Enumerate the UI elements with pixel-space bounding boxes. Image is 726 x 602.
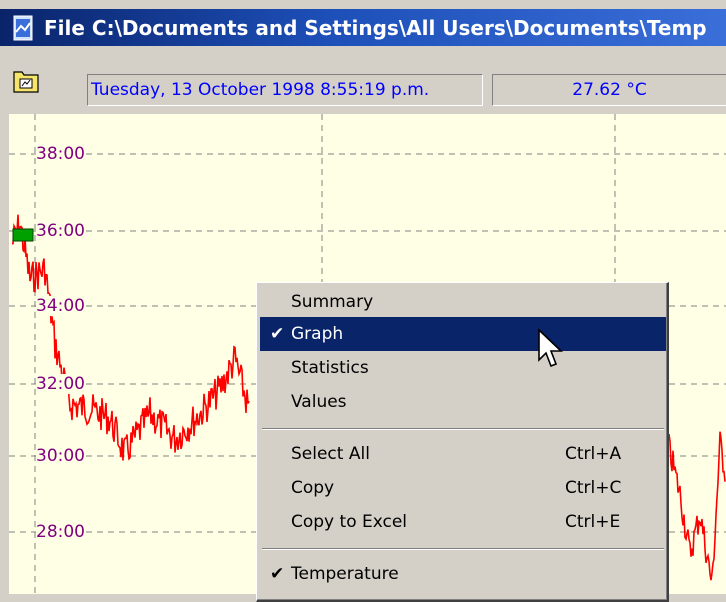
y-tick-label: 32:00 <box>36 374 85 394</box>
menu-separator <box>262 548 664 550</box>
menu-item-label: Temperature <box>291 564 399 584</box>
checkmark-icon: ✔ <box>270 564 285 584</box>
menu-item-shortcut: Ctrl+E <box>565 512 621 532</box>
app-document-icon[interactable] <box>12 14 36 42</box>
title-bar: File C:\Documents and Settings\All Users… <box>0 0 726 46</box>
temperature-field: 27.62 °C <box>492 74 726 106</box>
menu-item-summary[interactable]: Summary <box>260 285 666 319</box>
menu-item-label: Graph <box>291 324 344 344</box>
datetime-field: Tuesday, 13 October 1998 8:55:19 p.m. <box>87 74 483 106</box>
menu-item-statistics[interactable]: Statistics <box>260 351 666 385</box>
menu-item-copy-to-excel[interactable]: Copy to Excel Ctrl+E <box>260 505 666 539</box>
menu-item-label: Summary <box>291 292 374 312</box>
menu-item-label: Statistics <box>291 358 369 378</box>
checkmark-icon: ✔ <box>270 324 285 344</box>
menu-item-shortcut: Ctrl+A <box>565 444 622 464</box>
menu-item-shortcut: Ctrl+C <box>565 478 622 498</box>
y-tick-label: 28:00 <box>36 522 85 542</box>
open-folder-icon[interactable] <box>12 66 40 94</box>
marker-flag-icon[interactable] <box>12 228 34 242</box>
menu-item-label: Values <box>291 392 347 412</box>
menu-item-values[interactable]: Values <box>260 385 666 419</box>
temperature-trace <box>11 214 250 461</box>
menu-item-label: Select All <box>291 444 370 464</box>
y-tick-label: 34:00 <box>36 296 85 316</box>
menu-item-graph[interactable]: ✔ Graph <box>260 317 666 351</box>
menu-item-label: Copy to Excel <box>291 512 408 532</box>
menu-item-temperature[interactable]: ✔ Temperature <box>260 557 666 591</box>
menu-separator <box>262 428 664 430</box>
y-tick-label: 36:00 <box>36 221 85 241</box>
y-tick-label: 38:00 <box>36 144 85 164</box>
window-title: File C:\Documents and Settings\All Users… <box>44 15 707 40</box>
mouse-cursor-icon <box>538 328 563 368</box>
y-tick-label: 30:00 <box>36 446 85 466</box>
context-menu: Summary ✔ Graph Statistics Values Select All C… <box>256 282 669 602</box>
menu-item-select-all[interactable]: Select All Ctrl+A <box>260 437 666 471</box>
menu-item-copy[interactable]: Copy Ctrl+C <box>260 471 666 505</box>
temperature-trace-right <box>667 431 726 581</box>
menu-item-label: Copy <box>291 478 335 498</box>
toolbar: Tuesday, 13 October 1998 8:55:19 p.m. 27… <box>0 46 726 114</box>
